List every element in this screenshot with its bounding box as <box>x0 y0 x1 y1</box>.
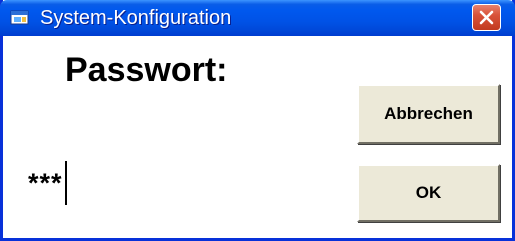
dialog-window: System-Konfiguration Passwort: *** Abbre… <box>0 0 515 241</box>
cancel-button[interactable]: Abbrechen <box>357 84 500 144</box>
ok-button[interactable]: OK <box>357 164 500 222</box>
cancel-button-label: Abbrechen <box>384 104 473 123</box>
title-bar[interactable]: System-Konfiguration <box>0 0 515 36</box>
close-icon <box>479 10 494 25</box>
close-button[interactable] <box>472 4 501 31</box>
text-caret <box>64 161 67 205</box>
window-title: System-Konfiguration <box>40 7 232 29</box>
password-field[interactable]: *** <box>28 160 67 206</box>
password-label: Passwort: <box>65 51 228 89</box>
password-value: *** <box>28 168 63 198</box>
app-window-icon <box>10 9 30 27</box>
ok-button-label: OK <box>415 183 442 202</box>
